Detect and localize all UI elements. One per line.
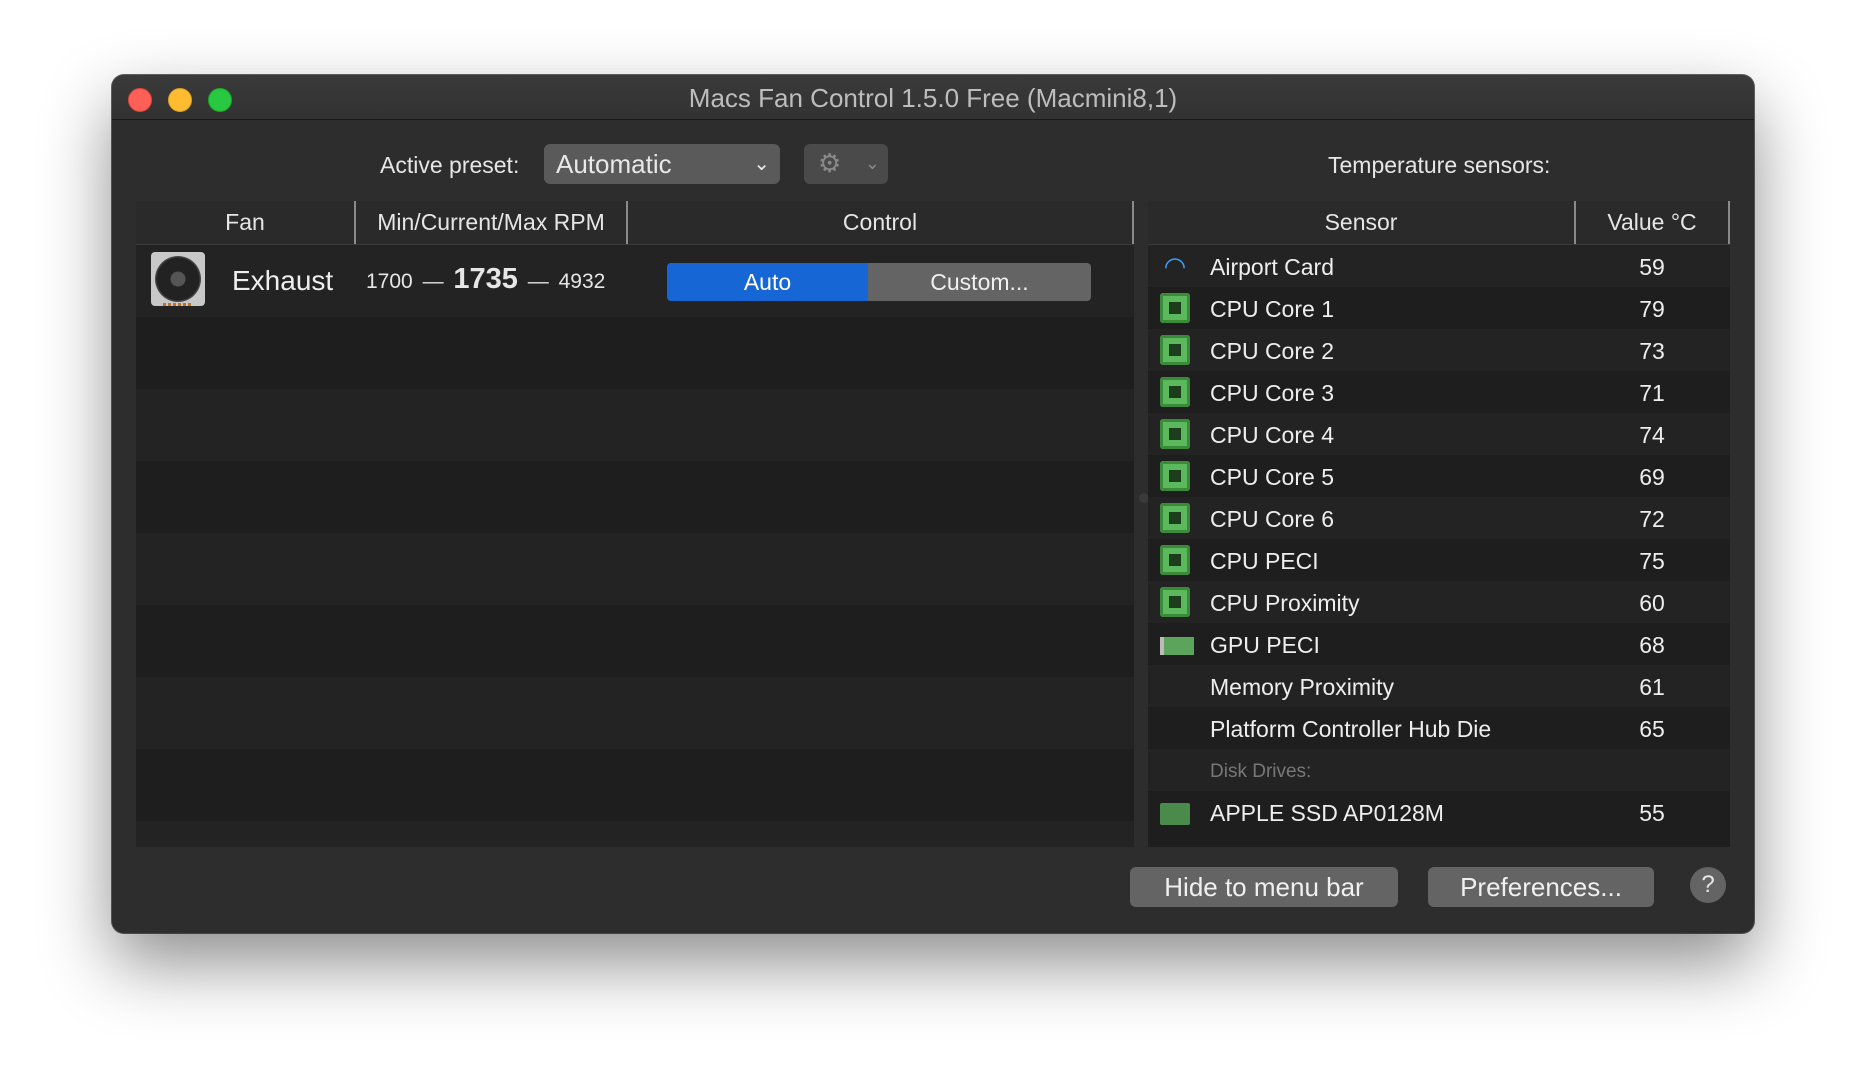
sensor-value: 71 (1639, 380, 1665, 406)
sensor-table: Sensor Value °C ◠ Airport Card 59 CPU Co… (1148, 201, 1730, 847)
sensor-name: CPU Core 4 (1210, 422, 1334, 448)
sensor-row[interactable]: GPU PECI 68 (1148, 623, 1730, 665)
sensor-name: CPU Core 6 (1210, 506, 1334, 532)
sensor-table-header: Sensor Value °C (1148, 201, 1730, 245)
title-bar: Macs Fan Control 1.5.0 Free (Macmini8,1) (112, 75, 1754, 120)
wifi-icon: ◠ (1163, 251, 1187, 281)
preset-settings-button[interactable]: ⚙ ⌄ (804, 144, 888, 184)
sensor-row[interactable]: APPLE SSD AP0128M 55 (1148, 791, 1730, 833)
control-auto-button[interactable]: Auto (667, 263, 868, 301)
ssd-icon (1160, 803, 1190, 825)
cpu-chip-icon (1160, 587, 1190, 617)
preset-dropdown[interactable]: Automatic ⌄ (544, 144, 780, 184)
hide-to-menu-bar-button[interactable]: Hide to menu bar (1130, 867, 1398, 907)
temperature-sensors-title: Temperature sensors: (1328, 152, 1551, 178)
cpu-chip-icon (1160, 335, 1190, 365)
empty-row (136, 749, 1134, 821)
gear-icon: ⚙ (818, 148, 842, 178)
column-header-sensor[interactable]: Sensor (1148, 201, 1576, 244)
preferences-button[interactable]: Preferences... (1428, 867, 1654, 907)
sensor-name: CPU Core 3 (1210, 380, 1334, 406)
sensor-row[interactable]: CPU Core 2 73 (1148, 329, 1730, 371)
sensor-value: 60 (1639, 590, 1665, 616)
app-window: Macs Fan Control 1.5.0 Free (Macmini8,1)… (112, 75, 1754, 933)
gpu-card-icon (1160, 637, 1194, 655)
empty-row (136, 461, 1134, 533)
fan-table-header: Fan Min/Current/Max RPM Control (136, 201, 1134, 245)
cpu-chip-icon (1160, 545, 1190, 575)
sensor-row[interactable]: CPU Core 4 74 (1148, 413, 1730, 455)
empty-row (136, 533, 1134, 605)
chevron-down-icon: ⌄ (864, 153, 880, 173)
column-header-rpm[interactable]: Min/Current/Max RPM (356, 201, 628, 244)
cpu-chip-icon (1160, 461, 1190, 491)
sensor-name: Airport Card (1210, 254, 1334, 280)
disk-drives-section-label: Disk Drives: (1210, 761, 1312, 782)
rpm-separator: — (422, 270, 444, 293)
sensor-row[interactable]: Platform Controller Hub Die 65 (1148, 707, 1730, 749)
chevron-down-icon: ⌄ (753, 153, 770, 175)
sensor-value: 75 (1639, 548, 1665, 574)
empty-row (136, 605, 1134, 677)
fan-table: Fan Min/Current/Max RPM Control Exhaust … (136, 201, 1134, 847)
sensor-section-header: Disk Drives: (1148, 749, 1730, 791)
rpm-min: 1700 (366, 270, 413, 293)
table-row[interactable]: Exhaust 1700 — 1735 — 4932 Auto Custom..… (136, 245, 1134, 317)
cpu-chip-icon (1160, 293, 1190, 323)
control-custom-button[interactable]: Custom... (868, 263, 1091, 301)
sensor-name: Platform Controller Hub Die (1210, 716, 1492, 742)
sensor-name: APPLE SSD AP0128M (1210, 800, 1444, 826)
column-header-fan[interactable]: Fan (136, 201, 356, 244)
sensor-row[interactable]: ◠ Airport Card 59 (1148, 245, 1730, 287)
window-title: Macs Fan Control 1.5.0 Free (Macmini8,1) (688, 83, 1178, 113)
rpm-current: 1735 (453, 263, 518, 295)
sensor-value: 59 (1639, 254, 1665, 280)
active-preset-label: Active preset: (380, 152, 520, 178)
column-header-value[interactable]: Value °C (1576, 201, 1730, 244)
sensor-name: CPU Core 1 (1210, 296, 1334, 322)
rpm-max: 4932 (558, 270, 606, 293)
fan-icon (151, 252, 205, 306)
sensor-value: 69 (1639, 464, 1665, 490)
sensor-row[interactable]: CPU Core 1 79 (1148, 287, 1730, 329)
sensor-name: CPU PECI (1210, 548, 1319, 574)
sensor-row[interactable]: CPU Proximity 60 (1148, 581, 1730, 623)
fan-name: Exhaust (232, 265, 334, 296)
column-header-control[interactable]: Control (628, 201, 1134, 244)
empty-row (136, 317, 1134, 389)
sensor-row[interactable]: Memory Proximity 61 (1148, 665, 1730, 707)
empty-row (136, 677, 1134, 749)
sensor-value: 74 (1639, 422, 1665, 448)
sensor-value: 79 (1639, 296, 1665, 322)
sensor-name: CPU Core 5 (1210, 464, 1334, 490)
sensor-value: 61 (1639, 674, 1665, 700)
rpm-separator: — (527, 270, 549, 293)
sensor-name: CPU Proximity (1210, 590, 1360, 616)
cpu-chip-icon (1160, 419, 1190, 449)
sensor-value: 55 (1639, 800, 1665, 826)
sensor-row[interactable]: CPU PECI 75 (1148, 539, 1730, 581)
rpm-readout: 1700 — 1735 — 4932 (366, 263, 605, 296)
empty-row (136, 389, 1134, 461)
sensor-name: GPU PECI (1210, 632, 1320, 658)
sensor-name: CPU Core 2 (1210, 338, 1334, 364)
preset-dropdown-value: Automatic (556, 149, 672, 179)
sensor-row[interactable]: CPU Core 3 71 (1148, 371, 1730, 413)
help-button[interactable]: ? (1690, 867, 1726, 903)
sensor-value: 73 (1639, 338, 1665, 364)
sensor-value: 72 (1639, 506, 1665, 532)
sensor-name: Memory Proximity (1210, 674, 1395, 700)
cpu-chip-icon (1160, 377, 1190, 407)
sensor-value: 68 (1639, 632, 1665, 658)
cpu-chip-icon (1160, 503, 1190, 533)
sensor-row[interactable]: CPU Core 5 69 (1148, 455, 1730, 497)
sensor-row[interactable]: CPU Core 6 72 (1148, 497, 1730, 539)
empty-row (136, 821, 1134, 847)
sensor-value: 65 (1639, 716, 1665, 742)
